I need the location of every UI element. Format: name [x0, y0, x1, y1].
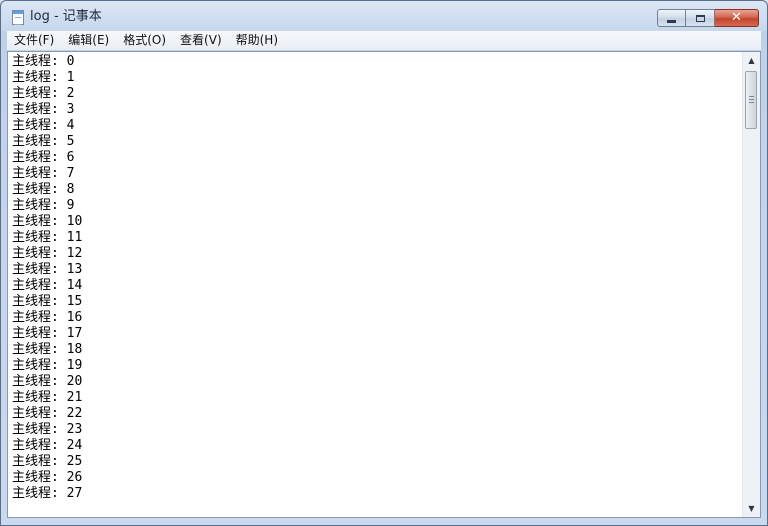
text-line: 主线程: 18: [12, 342, 83, 357]
text-line: 主线程: 1: [12, 70, 75, 85]
text-line: 主线程: 16: [12, 310, 83, 325]
text-line: 主线程: 9: [12, 198, 75, 213]
text-line: 主线程: 3: [12, 102, 75, 117]
text-line: 主线程: 21: [12, 390, 83, 405]
minimize-button[interactable]: [657, 9, 686, 27]
text-line: 主线程: 23: [12, 422, 83, 437]
scroll-up-arrow-icon[interactable]: ▲: [743, 52, 760, 69]
text-line: 主线程: 13: [12, 262, 83, 277]
scroll-thumb[interactable]: [745, 71, 757, 129]
text-line: 主线程: 2: [12, 86, 75, 101]
text-line: 主线程: 12: [12, 246, 83, 261]
scroll-down-arrow-icon[interactable]: ▼: [743, 500, 760, 517]
menu-view[interactable]: 查看(V): [173, 31, 229, 50]
text-line: 主线程: 17: [12, 326, 83, 341]
close-button[interactable]: ✕: [715, 9, 759, 27]
text-line: 主线程: 0: [12, 54, 75, 69]
text-line: 主线程: 7: [12, 166, 75, 181]
text-line: 主线程: 5: [12, 134, 75, 149]
minimize-icon: [667, 19, 676, 23]
text-editor[interactable]: 主线程: 0 主线程: 1 主线程: 2 主线程: 3 主线程: 4 主线程: …: [7, 51, 761, 518]
menu-edit[interactable]: 编辑(E): [61, 31, 116, 50]
text-line: 主线程: 4: [12, 118, 75, 133]
text-line: 主线程: 19: [12, 358, 83, 373]
text-line: 主线程: 20: [12, 374, 83, 389]
caption-buttons: ✕: [657, 9, 759, 27]
menu-format[interactable]: 格式(O): [116, 31, 173, 50]
text-line: 主线程: 27: [12, 486, 83, 501]
grip-line: [749, 96, 754, 97]
menu-bar: 文件(F) 编辑(E) 格式(O) 查看(V) 帮助(H): [7, 31, 761, 50]
text-line: 主线程: 26: [12, 470, 83, 485]
text-line: 主线程: 11: [12, 230, 83, 245]
notepad-icon[interactable]: [12, 10, 24, 25]
text-line: 主线程: 22: [12, 406, 83, 421]
menu-file[interactable]: 文件(F): [7, 31, 61, 50]
text-line: 主线程: 6: [12, 150, 75, 165]
maximize-button[interactable]: [686, 9, 715, 27]
document-text[interactable]: 主线程: 0 主线程: 1 主线程: 2 主线程: 3 主线程: 4 主线程: …: [12, 54, 742, 516]
text-line: 主线程: 10: [12, 214, 83, 229]
window-title: log - 记事本: [30, 9, 102, 24]
maximize-icon: [695, 14, 705, 22]
vertical-scrollbar[interactable]: ▲ ▼: [742, 52, 760, 517]
text-line: 主线程: 24: [12, 438, 83, 453]
text-line: 主线程: 25: [12, 454, 83, 469]
notepad-window: log - 记事本 ✕ 文件(F) 编辑(E) 格式(O) 查看(V) 帮助(H…: [0, 0, 768, 526]
title-bar[interactable]: log - 记事本 ✕: [1, 1, 767, 31]
grip-line: [749, 99, 754, 100]
text-line: 主线程: 8: [12, 182, 75, 197]
grip-line: [749, 102, 754, 103]
close-icon: ✕: [731, 10, 742, 25]
text-line: 主线程: 15: [12, 294, 83, 309]
text-line: 主线程: 14: [12, 278, 83, 293]
menu-help[interactable]: 帮助(H): [229, 31, 285, 50]
